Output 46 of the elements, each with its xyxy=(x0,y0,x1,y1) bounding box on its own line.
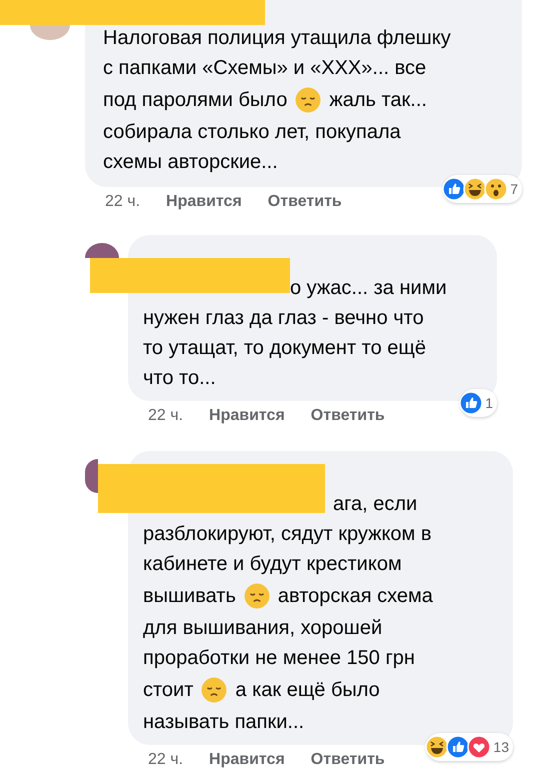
reaction-count: 1 xyxy=(485,395,493,411)
comment-text: схемы авторские... xyxy=(103,150,278,174)
comment-text: с папками «Схемы» и «ХХХ»... все xyxy=(103,56,426,80)
comment-text: то утащат, то документ то ещё xyxy=(143,336,426,360)
reply-link[interactable]: Ответить xyxy=(310,407,385,425)
like-link[interactable]: Нравится xyxy=(209,407,285,425)
sad-face-icon xyxy=(295,87,322,113)
comment-text: а как ещё было xyxy=(235,678,380,702)
timestamp: 22 ч. xyxy=(148,407,184,425)
comment-text: под паролями было xyxy=(103,88,288,112)
comment-text: проработки не менее 150 грн xyxy=(143,646,415,670)
thumbs-up-icon xyxy=(459,391,484,415)
reply-link[interactable]: Ответить xyxy=(268,193,342,211)
comment-text: авторская схема xyxy=(278,584,433,608)
comment-text: жаль так... xyxy=(329,88,427,112)
thumbs-up-icon xyxy=(446,735,470,759)
comment-text: Налоговая полиция утащила флешку xyxy=(103,26,451,50)
thumbs-up-icon xyxy=(442,177,466,201)
sad-face-icon xyxy=(244,583,270,609)
comment-text: для вышивания, хорошей xyxy=(143,616,382,640)
like-link[interactable]: Нравится xyxy=(166,193,242,211)
laughing-face-icon xyxy=(463,177,488,201)
reply-link[interactable]: Ответить xyxy=(310,751,385,769)
comment-text: что то... xyxy=(143,366,216,390)
comment-text: разблокируют, сядут кружком в xyxy=(143,522,432,546)
comment-text: собирала столько лет, покупала xyxy=(103,120,401,144)
reaction-count: 7 xyxy=(510,181,518,197)
comment-text: называть папки... xyxy=(143,710,304,734)
comment-text: стоит xyxy=(143,678,194,702)
reaction-count: 13 xyxy=(493,739,509,755)
comment-text: ага, если xyxy=(333,492,418,516)
comment-text: нужен глаз да глаз - вечно что xyxy=(143,306,424,330)
surprised-face-icon xyxy=(484,177,508,201)
avatar[interactable] xyxy=(85,459,98,493)
comment-text: о ужас... за ними xyxy=(290,276,447,300)
sad-face-icon xyxy=(201,677,228,703)
like-link[interactable]: Нравится xyxy=(209,751,285,769)
timestamp: 22 ч. xyxy=(105,193,140,211)
comment-text: кабинете и будут крестиком xyxy=(143,552,402,576)
reactions-pill[interactable]: 13 xyxy=(426,733,513,761)
avatar[interactable] xyxy=(85,243,119,258)
reactions-pill[interactable]: 7 xyxy=(443,175,522,203)
timestamp: 22 ч. xyxy=(148,751,184,769)
comment-text: вышивать xyxy=(143,584,236,608)
laughing-face-icon xyxy=(425,735,450,759)
reactions-pill[interactable]: 1 xyxy=(460,389,497,417)
